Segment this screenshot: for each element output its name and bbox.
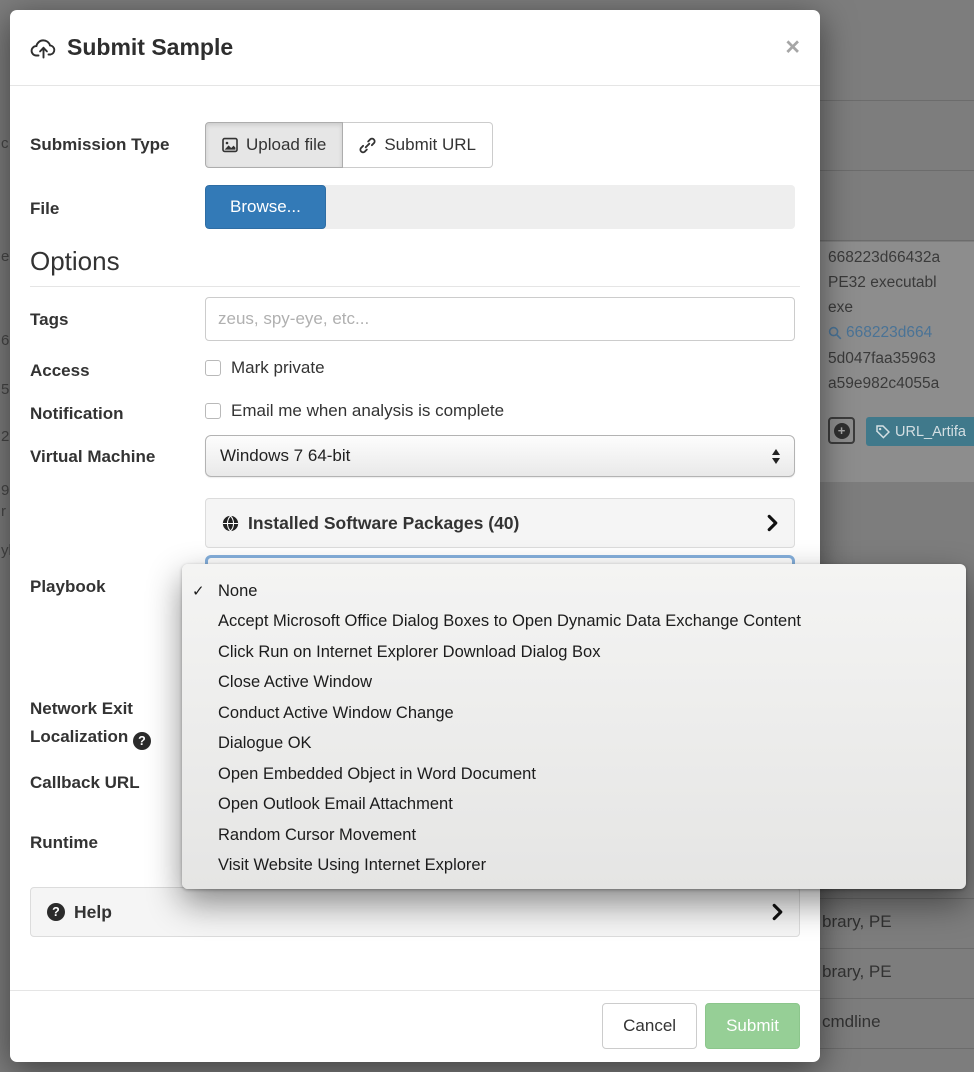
- modal-footer: Cancel Submit: [10, 990, 820, 1049]
- url-artifact-badge-label: URL_Artifa: [895, 424, 966, 440]
- bg-table-line: [818, 1048, 974, 1049]
- virtual-machine-select[interactable]: Windows 7 64-bit: [205, 435, 795, 477]
- software-packages-panel[interactable]: Installed Software Packages (40): [205, 498, 795, 548]
- submit-url-label: Submit URL: [384, 135, 476, 155]
- bg-text-fragment: 6: [1, 332, 9, 349]
- submission-type-toggle: Upload file Submit URL: [205, 122, 795, 168]
- bg-text-fragment: 2: [1, 428, 9, 445]
- bg-hash3: a59e982c4055a: [828, 371, 939, 396]
- notification-label: Notification: [30, 404, 202, 424]
- bg-table-line: [818, 948, 974, 949]
- bg-table-line: [818, 898, 974, 899]
- bg-text-fragment: c: [1, 135, 9, 152]
- file-path-field[interactable]: [326, 185, 795, 229]
- email-notify-label: Email me when analysis is complete: [231, 401, 504, 421]
- mark-private-checkbox[interactable]: [205, 360, 221, 376]
- browse-button[interactable]: Browse...: [205, 185, 326, 229]
- bg-table-line: [818, 998, 974, 999]
- bg-row-type: brary, PE: [822, 912, 892, 932]
- bg-row-type: cmdline: [822, 1012, 881, 1032]
- tags-label: Tags: [30, 310, 202, 330]
- search-icon: [828, 326, 842, 340]
- tag-icon: [876, 425, 890, 439]
- bg-table-line: [818, 170, 974, 171]
- bg-hash-link: 668223d664: [828, 320, 932, 345]
- bg-text-fragment: 5: [1, 381, 9, 398]
- playbook-option[interactable]: Visit Website Using Internet Explorer: [182, 851, 966, 882]
- bg-table-line: [818, 100, 974, 101]
- playbook-option[interactable]: Open Embedded Object in Word Document: [182, 759, 966, 790]
- bg-text-fragment: 9: [1, 482, 9, 499]
- url-artifact-badge: URL_Artifa: [866, 417, 974, 446]
- bg-file-cell: 668223d66432a PE32 executabl exe 668223d…: [820, 242, 974, 482]
- virtual-machine-label: Virtual Machine: [30, 447, 202, 467]
- modal-title: Submit Sample: [67, 34, 233, 61]
- playbook-label: Playbook: [30, 577, 202, 597]
- bg-hash-link-text: 668223d664: [846, 320, 932, 345]
- help-panel[interactable]: ? Help: [30, 887, 800, 937]
- playbook-option[interactable]: Random Cursor Movement: [182, 820, 966, 851]
- playbook-option[interactable]: Open Outlook Email Attachment: [182, 790, 966, 821]
- playbook-option[interactable]: Accept Microsoft Office Dialog Boxes to …: [182, 607, 966, 638]
- playbook-option[interactable]: Conduct Active Window Change: [182, 698, 966, 729]
- callback-url-label: Callback URL: [30, 773, 202, 793]
- link-icon: [359, 137, 376, 154]
- submission-type-label: Submission Type: [30, 135, 202, 155]
- software-packages-label: Installed Software Packages (40): [248, 513, 519, 534]
- playbook-option[interactable]: Click Run on Internet Explorer Download …: [182, 637, 966, 668]
- question-circle-icon[interactable]: ?: [133, 732, 151, 750]
- chevron-right-icon: [767, 514, 778, 532]
- globe-icon: [222, 515, 239, 532]
- access-label: Access: [30, 361, 202, 381]
- file-input: Browse...: [205, 185, 795, 229]
- file-label: File: [30, 199, 202, 219]
- bg-text-fragment: e: [1, 248, 9, 265]
- playbook-option[interactable]: Dialogue OK: [182, 729, 966, 760]
- playbook-dropdown-menu: ✓ None Accept Microsoft Office Dialog Bo…: [182, 564, 966, 889]
- bg-file-type: PE32 executabl: [828, 270, 937, 295]
- playbook-option[interactable]: Close Active Window: [182, 668, 966, 699]
- image-file-icon: [222, 137, 238, 153]
- bg-text-fragment: r: [1, 503, 6, 520]
- bg-file-name: 668223d66432a: [828, 245, 940, 270]
- modal-header: Submit Sample ×: [10, 10, 820, 86]
- playbook-option[interactable]: ✓ None: [182, 576, 966, 607]
- selected-check-icon: ✓: [192, 582, 205, 600]
- network-exit-label: Network Exit Localization ?: [30, 695, 202, 751]
- runtime-label: Runtime: [30, 833, 202, 853]
- bg-file-ext: exe: [828, 295, 853, 320]
- cancel-button[interactable]: Cancel: [602, 1003, 697, 1049]
- upload-file-label: Upload file: [246, 135, 326, 155]
- submit-button[interactable]: Submit: [705, 1003, 800, 1049]
- cloud-upload-icon: [30, 36, 57, 59]
- bg-row-type: brary, PE: [822, 962, 892, 982]
- tags-input[interactable]: [205, 297, 795, 341]
- help-question-icon: ?: [47, 903, 65, 921]
- options-heading: Options: [30, 246, 800, 287]
- close-icon[interactable]: ×: [785, 35, 800, 60]
- upload-file-button[interactable]: Upload file: [205, 122, 343, 168]
- submit-sample-modal: Submit Sample × Submission Type Upload f…: [10, 10, 820, 1062]
- mark-private-label: Mark private: [231, 358, 325, 378]
- bg-hash2: 5d047faa35963: [828, 346, 936, 371]
- add-tag-button: +: [828, 417, 855, 444]
- submit-url-button[interactable]: Submit URL: [343, 122, 493, 168]
- select-arrows-icon: [772, 449, 780, 464]
- bg-table-line: [818, 240, 974, 241]
- help-label: Help: [74, 902, 112, 923]
- email-notify-checkbox[interactable]: [205, 403, 221, 419]
- plus-circle-icon: +: [834, 423, 850, 439]
- chevron-right-icon: [772, 903, 783, 921]
- virtual-machine-value: Windows 7 64-bit: [220, 446, 350, 466]
